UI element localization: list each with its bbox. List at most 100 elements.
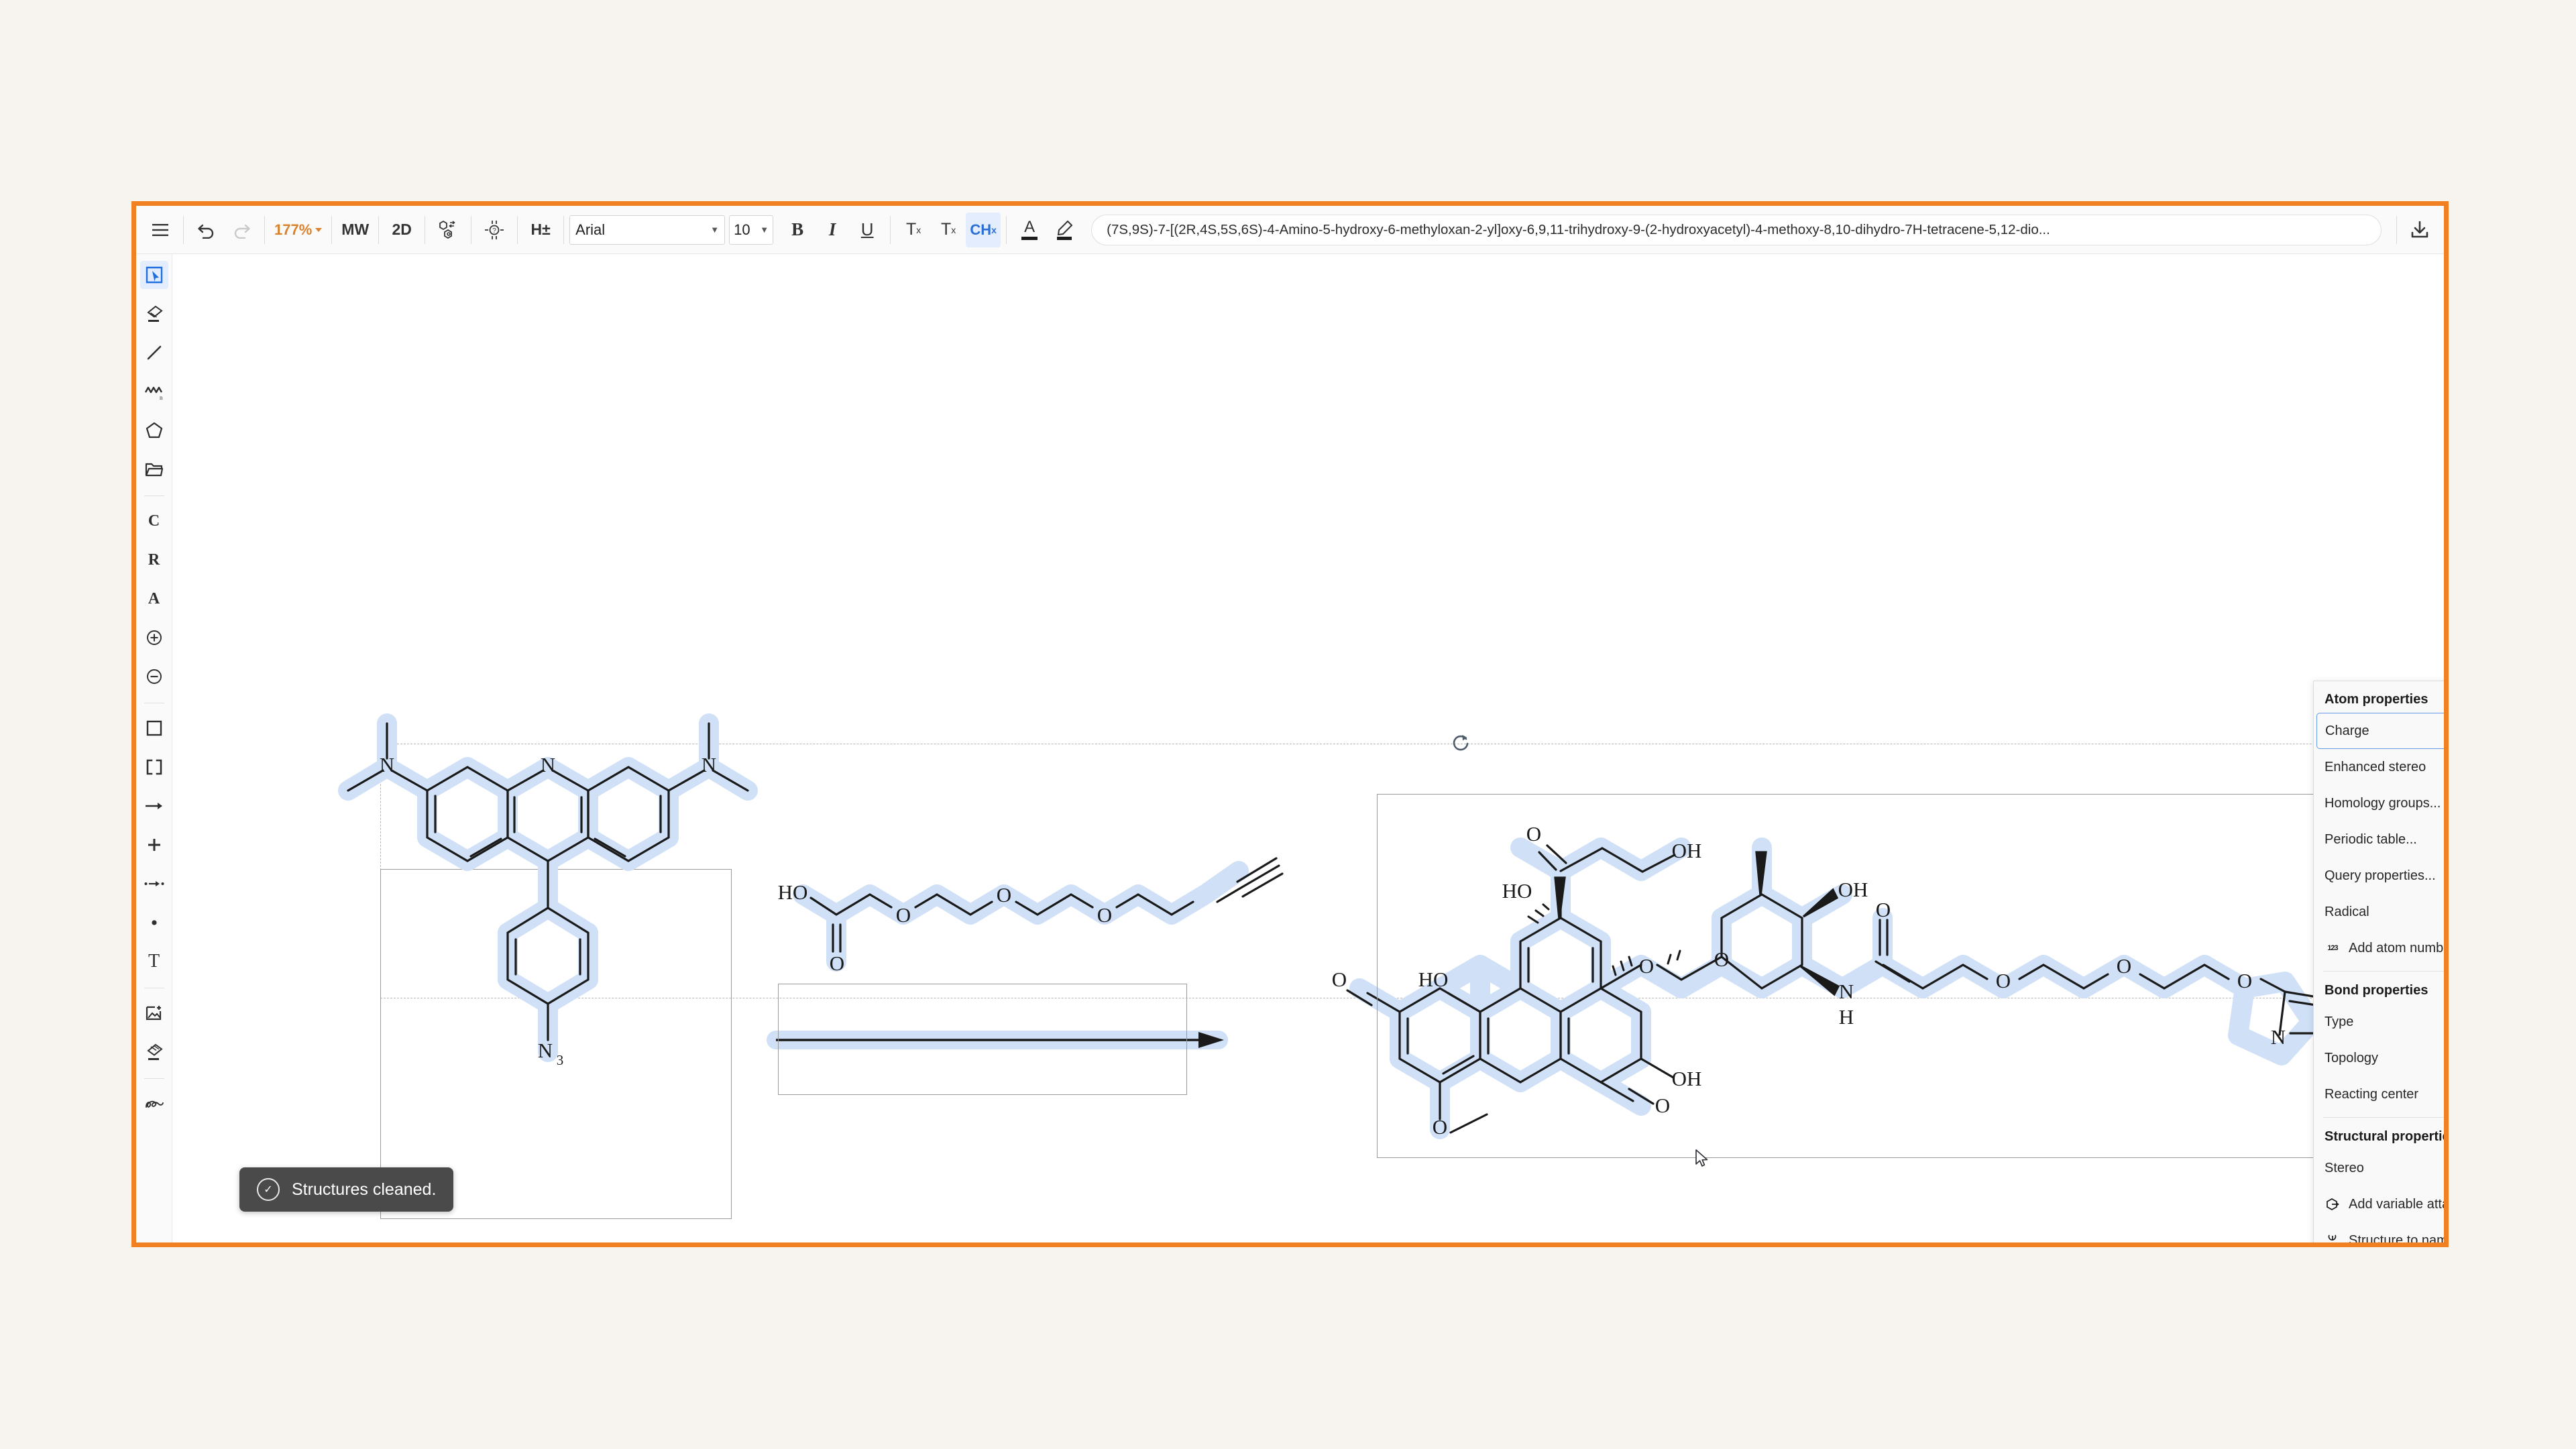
italic-button[interactable]: I — [815, 213, 850, 247]
sidebar-item-shape-eraser-tool[interactable] — [140, 1038, 168, 1066]
query-atom-icon: ? — [485, 220, 504, 239]
context-menu-header-bond: Bond properties — [2325, 983, 2428, 998]
context-menu-divider — [2323, 1117, 2444, 1118]
check-circle-icon: ✓ — [257, 1178, 280, 1201]
square-bracket-box-icon — [146, 720, 162, 736]
toolbar-divider — [1006, 215, 1007, 244]
molecule-selection-box-3[interactable] — [1377, 794, 2444, 1158]
font-color-button[interactable]: A — [1012, 213, 1047, 247]
context-menu-item-add-atom-numbers[interactable]: 123 Add atom numbers — [2314, 930, 2444, 966]
sidebar-item-ring-tool[interactable] — [140, 416, 168, 445]
context-menu-item-query-properties[interactable]: Query properties... — [2314, 858, 2444, 894]
superscript-button[interactable]: Tx — [896, 213, 931, 247]
context-menu-item-stereo[interactable]: Stereo › — [2314, 1150, 2444, 1186]
atom-label-O: O — [1097, 903, 1112, 927]
context-menu-item-enhanced-stereo[interactable]: Enhanced stereo › — [2314, 749, 2444, 785]
sidebar-item-r-group-tool[interactable]: R — [140, 546, 168, 574]
svg-text:?: ? — [492, 227, 496, 235]
atom-label-HO: HO — [778, 880, 808, 904]
toolbar-divider — [331, 215, 333, 244]
atom-label-N: N — [538, 1039, 553, 1062]
add-image-icon — [146, 1006, 161, 1021]
sidebar-item-brackets-tool[interactable] — [140, 753, 168, 781]
circle-plus-icon — [146, 630, 162, 645]
atom-label-N: N — [702, 753, 716, 776]
sidebar-item-charge-minus-tool[interactable] — [140, 662, 168, 691]
sidebar-item-template-library-tool[interactable] — [140, 455, 168, 483]
pentagon-ring-icon — [146, 422, 162, 439]
highlight-button[interactable] — [1047, 213, 1082, 247]
redo-button[interactable] — [224, 213, 259, 247]
context-menu-item-label: Periodic table... — [2325, 831, 2417, 847]
context-menu-item-label: Type — [2325, 1014, 2354, 1029]
context-menu-item-reacting-center[interactable]: Reacting center › — [2314, 1076, 2444, 1112]
iupac-name-input[interactable]: (7S,9S)-7-[(2R,4S,5S,6S)-4-Amino-5-hydro… — [1091, 214, 2382, 245]
sidebar-item-reaction-plus-tool[interactable] — [140, 831, 168, 859]
hamburger-menu-button[interactable] — [143, 213, 178, 247]
status-toast: ✓ Structures cleaned. — [239, 1167, 454, 1212]
sidebar-item-dot-tool[interactable] — [140, 909, 168, 937]
sidebar-item-text-tool[interactable]: T — [140, 947, 168, 976]
underline-button[interactable]: U — [850, 213, 885, 247]
zoom-level-button[interactable]: 177% — [270, 213, 326, 247]
dot-icon — [151, 920, 157, 925]
bond-line-icon — [147, 345, 161, 360]
molecule-selection-box-2[interactable] — [778, 984, 1187, 1095]
context-menu-item-label: Add variable attachment — [2349, 1196, 2449, 1212]
sidebar-item-reaction-arrow-tool[interactable] — [140, 792, 168, 820]
context-menu-item-add-variable-attachment[interactable]: Add variable attachment — [2314, 1186, 2449, 1222]
font-size-select[interactable]: 10 ▼ — [729, 215, 774, 245]
sidebar-item-single-bond-tool[interactable] — [140, 339, 168, 367]
chevron-down-icon — [315, 227, 323, 232]
chain-zigzag-icon: n — [144, 386, 163, 400]
toolbar-divider — [2396, 215, 2397, 244]
download-button[interactable] — [2402, 213, 2437, 247]
molecule-acridine-azide[interactable]: N N N N 3 — [338, 713, 758, 1068]
sidebar-item-erase-tool[interactable] — [140, 300, 168, 328]
context-menu-header-structural: Structural properties — [2325, 1129, 2449, 1144]
superscript-label: T — [906, 220, 917, 239]
sidebar-item-select-tool[interactable] — [139, 261, 168, 289]
dimension-2d-button[interactable]: 2D — [384, 213, 419, 247]
context-menu-item-structure-to-name[interactable]: IUPAC Structure to name — [2314, 1222, 2444, 1242]
atom-label-O: O — [997, 883, 1011, 907]
atom-mapping-icon — [144, 881, 164, 886]
context-menu-item-periodic-table[interactable]: Periodic table... ⇧+P — [2314, 821, 2444, 858]
bold-button[interactable]: B — [780, 213, 815, 247]
context-menu-item-homology-groups[interactable]: Homology groups... — [2314, 785, 2444, 821]
context-menu-item-type[interactable]: Type › — [2314, 1004, 2444, 1040]
context-menu-item-topology[interactable]: Topology › — [2314, 1040, 2444, 1076]
sidebar-item-s-group-tool[interactable] — [140, 714, 168, 742]
query-atom-button[interactable]: ? — [477, 213, 512, 247]
chevron-down-icon: ▼ — [760, 225, 769, 235]
atom-numbers-icon: 123 — [2327, 944, 2338, 952]
font-family-select[interactable]: Arial ▼ — [569, 215, 726, 245]
eraser-icon — [146, 305, 163, 322]
molecular-weight-button[interactable]: MW — [337, 213, 373, 247]
sidebar-item-atom-any-tool[interactable]: A — [140, 585, 168, 613]
drawing-canvas[interactable]: N N N N 3 HO O O O O O HO OH HO O OH O O… — [172, 254, 2444, 1242]
hydrogen-count-button[interactable]: H± — [523, 213, 558, 247]
left-tool-palette: n C R A T — [136, 254, 172, 1242]
sidebar-item-add-image-tool[interactable] — [140, 999, 168, 1027]
context-menu-item-charge[interactable]: Charge › — [2316, 713, 2444, 749]
stereo-flags-button[interactable] — [431, 213, 465, 247]
context-menu-item-label: Charge — [2325, 723, 2369, 738]
circle-minus-icon — [146, 669, 162, 684]
undo-button[interactable] — [189, 213, 224, 247]
sidebar-item-freehand-tool[interactable] — [140, 1090, 168, 1118]
molecule-peg-alkyne-acid[interactable]: HO O O O O — [778, 857, 1284, 975]
toast-message: Structures cleaned. — [292, 1179, 437, 1199]
mouse-pointer-icon — [1695, 1149, 1708, 1167]
sidebar-item-atom-carbon-tool[interactable]: C — [140, 507, 168, 535]
sidebar-item-chain-tool[interactable]: n — [140, 378, 168, 406]
font-color-label: A — [1024, 218, 1035, 236]
toolbar-divider — [890, 215, 891, 244]
context-menu-item-radical[interactable]: Radical › — [2314, 894, 2444, 930]
context-menu-item-label: Stereo — [2325, 1160, 2364, 1175]
shape-icon — [146, 1043, 163, 1060]
chemical-formula-button[interactable]: CH x — [966, 212, 1001, 247]
subscript-button[interactable]: Tx — [931, 213, 966, 247]
sidebar-item-reaction-mapping-tool[interactable] — [140, 870, 168, 898]
sidebar-item-charge-plus-tool[interactable] — [140, 624, 168, 652]
